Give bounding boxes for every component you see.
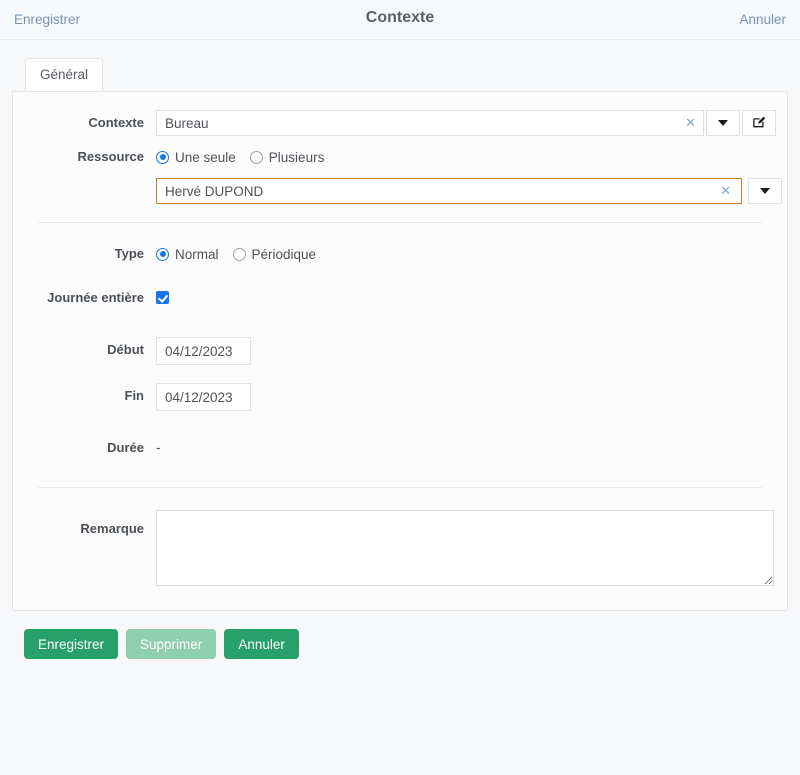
contexte-input[interactable]: [156, 110, 704, 136]
label-duree: Durée: [107, 440, 144, 455]
chevron-down-icon: [760, 188, 770, 194]
ressource-combobox: ✕: [156, 178, 782, 204]
row-debut: Début: [13, 315, 787, 369]
window-header: Enregistrer Contexte Annuler: [0, 0, 800, 40]
chevron-down-icon: [718, 120, 728, 126]
radio-ressource-plusieurs[interactable]: Plusieurs: [249, 149, 325, 165]
footer-actions: Enregistrer Supprimer Annuler: [0, 611, 800, 659]
ressource-input[interactable]: [156, 178, 742, 204]
contexte-edit-button[interactable]: [742, 110, 776, 136]
row-fin: Fin: [13, 369, 787, 415]
type-radio-group: Normal Périodique: [156, 241, 316, 267]
radio-selected-icon: [156, 247, 169, 261]
row-journee-entiere: Journée entière: [13, 271, 787, 315]
row-ressource: Ressource Une seule Plusieurs ✕: [13, 140, 787, 208]
clear-x-icon[interactable]: ✕: [682, 110, 699, 136]
label-fin: Fin: [124, 388, 145, 403]
tab-strip: Général: [12, 58, 788, 91]
radio-type-periodique[interactable]: Périodique: [232, 246, 317, 262]
header-cancel-link[interactable]: Annuler: [739, 12, 786, 27]
radio-ressource-une-seule[interactable]: Une seule: [156, 150, 236, 165]
radio-unselected-icon: [249, 150, 263, 164]
label-debut: Début: [107, 342, 144, 357]
tab-general[interactable]: Général: [25, 58, 104, 91]
radio-label-plusieurs: Plusieurs: [268, 149, 325, 165]
ressource-dropdown-button[interactable]: [748, 178, 782, 204]
journee-entiere-checkbox[interactable]: [156, 291, 169, 304]
delete-button[interactable]: Supprimer: [126, 629, 217, 659]
debut-date-input[interactable]: [156, 337, 251, 365]
label-ressource: Ressource: [77, 149, 144, 164]
row-remarque: Remarque: [13, 506, 787, 590]
label-type: Type: [114, 246, 144, 261]
cancel-button[interactable]: Annuler: [224, 629, 299, 659]
row-contexte: Contexte ✕: [13, 106, 787, 140]
ressource-clear-x-icon[interactable]: ✕: [717, 178, 734, 204]
radio-selected-icon: [156, 150, 169, 164]
page-title: Contexte: [365, 9, 435, 26]
radio-label-normal: Normal: [175, 246, 219, 262]
ressource-input-wrap: ✕: [156, 178, 742, 204]
contexte-dropdown-button[interactable]: [706, 110, 740, 136]
radio-label-periodique: Périodique: [251, 246, 317, 262]
remarque-textarea[interactable]: [156, 510, 774, 586]
ressource-radio-group: Une seule Plusieurs: [156, 144, 324, 170]
duree-value: -: [156, 440, 161, 455]
radio-unselected-icon: [232, 247, 246, 261]
section-divider-1: [38, 222, 762, 223]
fin-date-input[interactable]: [156, 383, 251, 411]
save-button[interactable]: Enregistrer: [24, 629, 119, 659]
label-remarque: Remarque: [80, 521, 144, 536]
radio-type-normal[interactable]: Normal: [156, 247, 219, 262]
contexte-combobox: ✕: [156, 110, 776, 136]
form-panel: Contexte ✕: [12, 91, 788, 611]
contexte-input-wrap: ✕: [156, 110, 704, 136]
section-divider-2: [38, 487, 762, 488]
radio-label-une-seule: Une seule: [175, 149, 236, 165]
row-duree: Durée -: [13, 415, 787, 465]
label-contexte: Contexte: [88, 115, 144, 130]
row-type: Type Normal Périodique: [13, 237, 787, 271]
edit-pencil-icon: [752, 114, 767, 132]
label-journee-entiere: Journée entière: [47, 290, 144, 305]
